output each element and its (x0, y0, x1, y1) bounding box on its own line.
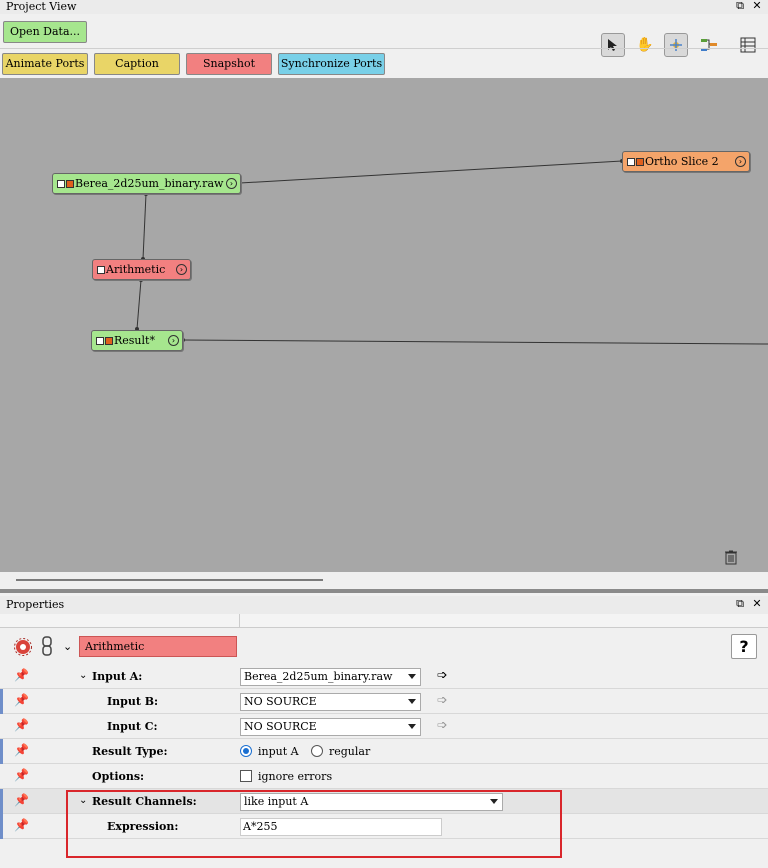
node-berea-data[interactable]: Berea_2d25um_binary.raw › (52, 173, 241, 194)
project-graph-canvas[interactable]: Berea_2d25um_binary.raw › Ortho Slice 2 … (0, 78, 768, 572)
input-b-select[interactable]: NO SOURCE (240, 693, 421, 711)
input-c-value: NO SOURCE (244, 720, 317, 733)
radio-regular[interactable] (311, 745, 323, 757)
input-b-label: Input B: (107, 695, 159, 708)
network-icon[interactable] (664, 33, 688, 57)
animate-ports-button[interactable]: Animate Ports (2, 53, 88, 75)
project-view-titlebar: Project View ⧉ ✕ (0, 0, 768, 14)
properties-header-strip (0, 614, 768, 628)
chevron-right-icon[interactable]: › (168, 335, 179, 346)
node-label: Ortho Slice 2 (645, 155, 719, 168)
tree-icon[interactable] (697, 33, 721, 57)
project-toolbar: Open Data... ✋ (0, 14, 768, 57)
input-c-label: Input C: (107, 720, 158, 733)
toolbar-divider (0, 48, 768, 49)
input-a-label: Input A: (92, 670, 143, 683)
canvas-scrollbar-thumb[interactable] (16, 579, 323, 581)
color-icon[interactable] (636, 158, 644, 166)
link-icon[interactable] (41, 636, 53, 656)
input-a-value: Berea_2d25um_binary.raw (244, 670, 393, 683)
trash-icon[interactable] (723, 549, 739, 565)
radio-input-a-label: input A (258, 745, 299, 758)
float-icon[interactable]: ⧉ (734, 0, 746, 12)
layout-icon[interactable] (736, 33, 760, 57)
row-marker (0, 689, 3, 714)
row-marker (0, 814, 3, 839)
result-type-label: Result Type: (92, 745, 168, 758)
node-ortho-slice[interactable]: Ortho Slice 2 › (622, 151, 750, 172)
pin-icon[interactable]: 📌 (14, 818, 29, 834)
select-pointer-icon[interactable] (601, 33, 625, 57)
visibility-icon[interactable] (105, 337, 113, 345)
snapshot-button[interactable]: Snapshot (186, 53, 272, 75)
collapse-icon[interactable] (57, 180, 65, 188)
node-label: Berea_2d25um_binary.raw (75, 177, 224, 190)
chevron-down-icon[interactable]: ⌄ (79, 670, 87, 681)
pin-icon[interactable]: 📌 (14, 693, 29, 709)
close-icon[interactable]: ✕ (751, 598, 763, 610)
radio-input-a[interactable] (240, 745, 252, 757)
chevron-down-icon[interactable]: ⌄ (63, 640, 72, 653)
caption-button[interactable]: Caption (94, 53, 180, 75)
help-button[interactable]: ? (731, 634, 757, 659)
node-label: Arithmetic (106, 263, 166, 276)
collapse-icon[interactable] (96, 337, 104, 345)
project-view-title: Project View (6, 0, 77, 13)
chevron-right-icon[interactable]: › (735, 156, 746, 167)
collapse-icon[interactable] (97, 266, 105, 274)
pin-icon[interactable]: 📌 (14, 718, 29, 734)
close-icon[interactable]: ✕ (751, 0, 763, 12)
properties-titlebar: Properties ⧉ ✕ (0, 596, 768, 614)
visibility-icon[interactable] (627, 158, 635, 166)
highlight-box (66, 790, 562, 858)
node-label: Result* (114, 334, 155, 347)
chevron-right-icon[interactable]: › (226, 178, 237, 189)
pin-icon[interactable]: 📌 (14, 743, 29, 759)
row-input-c: 📌 Input C: NO SOURCE ➩ (0, 714, 768, 739)
arrow-right-icon[interactable]: ➩ (437, 718, 448, 733)
row-input-b: 📌 Input B: NO SOURCE ➩ (0, 689, 768, 714)
input-c-select[interactable]: NO SOURCE (240, 718, 421, 736)
pin-icon[interactable]: 📌 (14, 668, 29, 684)
options-label: Options: (92, 770, 145, 783)
synchronize-ports-button[interactable]: Synchronize Ports (278, 53, 385, 75)
node-result[interactable]: Result* › (91, 330, 183, 351)
input-a-select[interactable]: Berea_2d25um_binary.raw (240, 668, 421, 686)
open-data-button[interactable]: Open Data... (3, 21, 87, 43)
row-options: 📌 Options: ignore errors (0, 764, 768, 789)
input-b-value: NO SOURCE (244, 695, 317, 708)
row-marker (0, 789, 3, 814)
ignore-errors-checkbox[interactable] (240, 770, 252, 782)
row-marker (0, 739, 3, 764)
node-arithmetic[interactable]: Arithmetic › (92, 259, 191, 280)
row-input-a: 📌 ⌄ Input A: Berea_2d25um_binary.raw ➩ (0, 664, 768, 689)
pin-icon[interactable]: 📌 (14, 768, 29, 784)
float-icon[interactable]: ⧉ (734, 598, 746, 610)
panel-splitter[interactable] (0, 589, 768, 593)
canvas-scrollbar-track[interactable] (0, 572, 768, 588)
pin-icon[interactable]: 📌 (14, 793, 29, 809)
row-result-type: 📌 Result Type: input A regular (0, 739, 768, 764)
radio-regular-label: regular (329, 745, 371, 758)
visibility-icon[interactable] (66, 180, 74, 188)
column-divider (239, 614, 240, 628)
properties-title: Properties (6, 598, 65, 611)
module-name-field[interactable]: Arithmetic (79, 636, 237, 657)
module-gear-icon[interactable] (12, 638, 34, 656)
ignore-errors-label: ignore errors (258, 770, 333, 783)
arrow-right-icon[interactable]: ➩ (437, 668, 448, 683)
hand-icon[interactable]: ✋ (633, 33, 657, 57)
chevron-right-icon[interactable]: › (176, 264, 187, 275)
arrow-right-icon[interactable]: ➩ (437, 693, 448, 708)
